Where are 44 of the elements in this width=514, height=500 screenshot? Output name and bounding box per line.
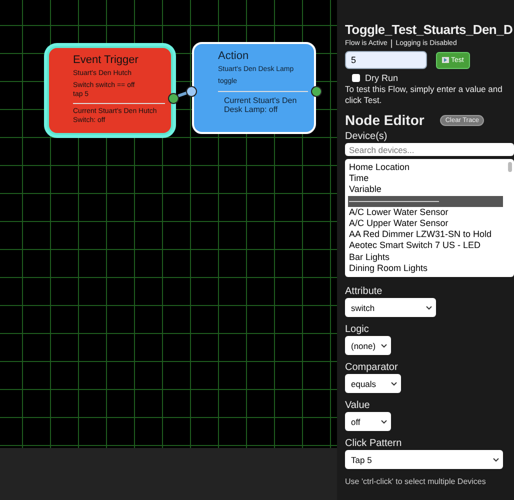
search-field[interactable]: Search devices...: [345, 143, 514, 156]
hint-text: Use 'ctrl-click' to select multiple Devices: [345, 477, 487, 486]
chevron-down-icon: [391, 382, 397, 386]
device-option[interactable]: A/C Upper Water Sensor: [348, 218, 503, 230]
device-option[interactable]: Time: [348, 173, 503, 184]
field-label: Logic: [345, 324, 370, 336]
device-option[interactable]: Variable: [348, 184, 503, 196]
field-label: Value: [345, 400, 371, 412]
dropdown-select[interactable]: Tap 5: [345, 450, 503, 470]
field-label: Attribute: [345, 286, 384, 298]
output-port[interactable]: [168, 93, 179, 104]
device-list[interactable]: Home Location Time Variable A/C Lower Water Sensor A/C Upper Water Sensor AA Red Dimmer LZW31-SN to Hold Aeotec Smart Switch 7 US - LED Bar Lights Dining Room Lights: [345, 159, 514, 278]
chevron-down-icon: [381, 420, 387, 424]
node-status: Current Stuart's Den Desk Lamp: off: [223, 96, 298, 115]
device-option[interactable]: Bar Lights: [348, 252, 503, 263]
section-heading: Node Editor: [345, 112, 424, 128]
chevron-down-icon: [381, 344, 387, 348]
dropdown-select[interactable]: (none): [345, 336, 391, 356]
dropdown-select[interactable]: equals: [345, 374, 401, 394]
play-icon: [442, 57, 449, 63]
dropdown-select[interactable]: switch: [345, 298, 436, 318]
device-option[interactable]: Home Location: [348, 162, 503, 174]
field-label: Device(s): [345, 131, 388, 142]
device-option[interactable]: AA Red Dimmer LZW31-SN to Hold: [348, 229, 503, 240]
scrollbar-thumb: [508, 162, 512, 172]
node-title: Event Trigger: [73, 54, 140, 66]
test-value-input[interactable]: 5: [345, 51, 427, 69]
chevron-down-icon: [426, 306, 432, 310]
node-title: Action: [218, 50, 250, 62]
field-label: Comparator: [345, 362, 399, 374]
device-option[interactable]: A/C Lower Water Sensor: [348, 206, 503, 218]
separator-text: |: [390, 38, 393, 48]
field-label: Click Pattern: [345, 438, 403, 450]
device-option[interactable]: Aeotec Smart Switch 7 US - LED: [348, 240, 503, 252]
help-text: To test this Flow, simply enter a value and click Test.: [345, 84, 504, 106]
dry-run-label: Dry Run: [365, 73, 398, 83]
separator-option[interactable]: [348, 196, 503, 207]
dropdown-select[interactable]: off: [345, 412, 391, 432]
dry-run-checkbox[interactable]: [352, 74, 360, 82]
output-port[interactable]: [311, 86, 322, 97]
flow-title: Toggle_Test_Stuarts_Den_D: [345, 22, 514, 37]
device-option[interactable]: Dining Room Lights: [348, 262, 503, 274]
chevron-down-icon: [493, 458, 499, 462]
input-port[interactable]: [186, 86, 197, 97]
